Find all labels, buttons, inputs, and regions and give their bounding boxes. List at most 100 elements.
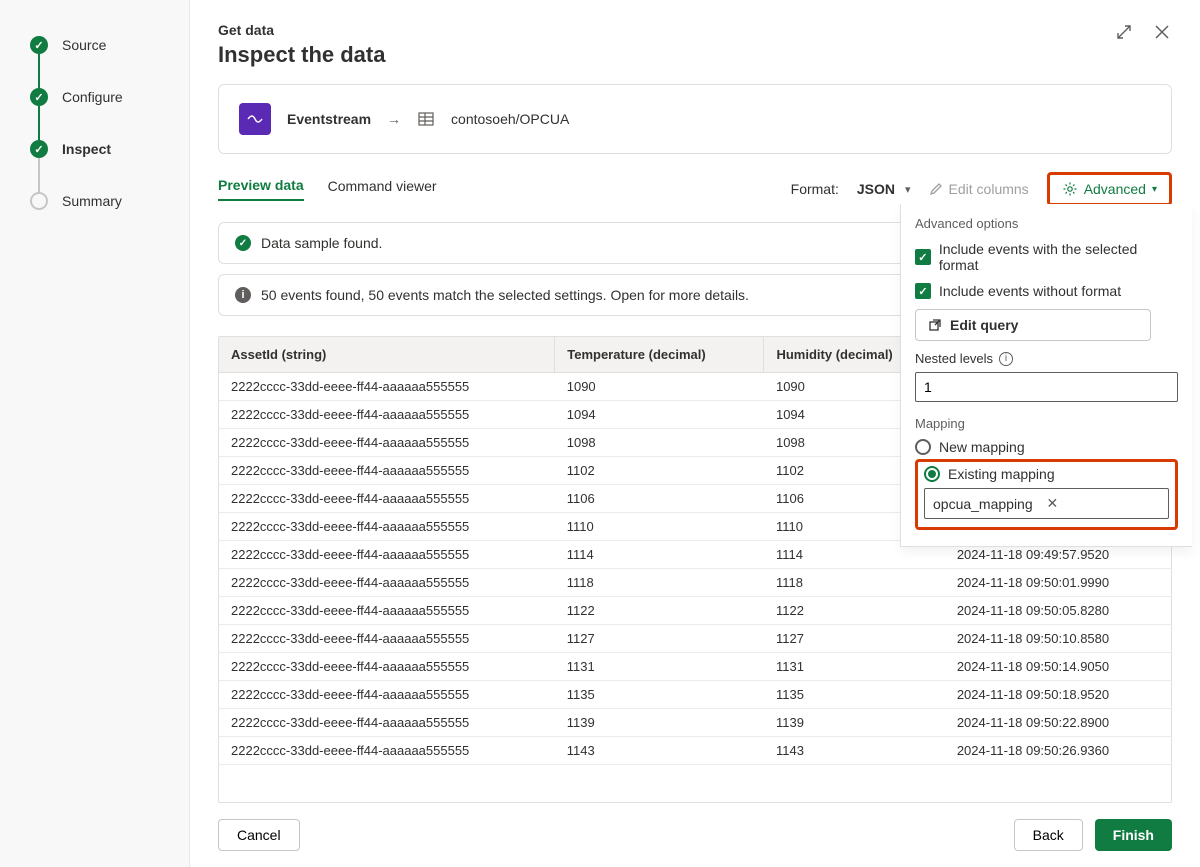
table-cell: 1118 [555, 569, 764, 597]
step-label: Summary [62, 193, 122, 209]
table-cell: 1118 [764, 569, 945, 597]
format-dropdown[interactable]: JSON ▾ [857, 181, 911, 197]
target-label: contosoeh/OPCUA [451, 111, 569, 127]
table-row[interactable]: 2222cccc-33dd-eeee-ff44-aaaaaa5555551139… [219, 709, 1171, 737]
table-cell: 1122 [764, 597, 945, 625]
gear-icon [1062, 181, 1078, 197]
back-button[interactable]: Back [1014, 819, 1083, 851]
table-cell: 2024-11-18 09:50:10.8580 [945, 625, 1171, 653]
existing-mapping-input[interactable]: opcua_mapping ✕ [924, 488, 1169, 519]
status-text: Data sample found. [261, 235, 382, 251]
table-row[interactable]: 2222cccc-33dd-eeee-ff44-aaaaaa5555551122… [219, 597, 1171, 625]
table-cell: 1127 [764, 625, 945, 653]
table-row[interactable]: 2222cccc-33dd-eeee-ff44-aaaaaa5555551135… [219, 681, 1171, 709]
table-cell: 2024-11-18 09:50:01.9990 [945, 569, 1171, 597]
checkbox-checked-icon [915, 249, 931, 265]
clear-icon[interactable]: ✕ [1047, 495, 1161, 512]
radio-unselected-icon [915, 439, 931, 455]
arrow-right-icon: → [387, 111, 401, 127]
table-cell: 1094 [555, 401, 764, 429]
tab-command-viewer[interactable]: Command viewer [328, 178, 437, 200]
table-cell: 2222cccc-33dd-eeee-ff44-aaaaaa555555 [219, 709, 555, 737]
table-cell: 1131 [555, 653, 764, 681]
table-cell: 2222cccc-33dd-eeee-ff44-aaaaaa555555 [219, 569, 555, 597]
table-cell: 2222cccc-33dd-eeee-ff44-aaaaaa555555 [219, 457, 555, 485]
table-cell: 1143 [764, 737, 945, 765]
checkbox-include-without-format[interactable]: Include events without format [915, 283, 1178, 299]
info-circle-icon [235, 287, 251, 303]
info-icon[interactable] [999, 352, 1013, 366]
table-cell: 2222cccc-33dd-eeee-ff44-aaaaaa555555 [219, 653, 555, 681]
table-cell: 2222cccc-33dd-eeee-ff44-aaaaaa555555 [219, 625, 555, 653]
table-cell: 2222cccc-33dd-eeee-ff44-aaaaaa555555 [219, 737, 555, 765]
close-icon[interactable] [1152, 22, 1172, 42]
table-cell: 1090 [555, 373, 764, 401]
wizard-sidebar: Source Configure Inspect Summary [0, 0, 190, 867]
eventstream-tile-icon [239, 103, 271, 135]
table-cell: 1098 [555, 429, 764, 457]
page-title: Inspect the data [218, 42, 385, 68]
tab-preview-data[interactable]: Preview data [218, 177, 304, 201]
popover-title: Advanced options [915, 216, 1178, 231]
check-icon [30, 140, 48, 158]
table-cell: 1122 [555, 597, 764, 625]
table-row[interactable]: 2222cccc-33dd-eeee-ff44-aaaaaa5555551118… [219, 569, 1171, 597]
advanced-button[interactable]: Advanced ▾ [1050, 175, 1169, 203]
edit-query-button[interactable]: Edit query [915, 309, 1151, 341]
table-cell: 2222cccc-33dd-eeee-ff44-aaaaaa555555 [219, 373, 555, 401]
table-cell: 2222cccc-33dd-eeee-ff44-aaaaaa555555 [219, 513, 555, 541]
table-cell: 2024-11-18 09:50:22.8900 [945, 709, 1171, 737]
step-source[interactable]: Source [0, 30, 189, 60]
radio-existing-mapping[interactable]: Existing mapping [924, 466, 1169, 482]
checkbox-include-selected-format[interactable]: Include events with the selected format [915, 241, 1178, 273]
breadcrumb: Get data [218, 22, 385, 38]
nested-levels-label: Nested levels [915, 351, 1178, 366]
radio-new-mapping[interactable]: New mapping [915, 439, 1178, 455]
table-row[interactable]: 2222cccc-33dd-eeee-ff44-aaaaaa555555 1127… [219, 625, 1171, 653]
step-label: Configure [62, 89, 123, 105]
cancel-button[interactable]: Cancel [218, 819, 300, 851]
table-cell: 1106 [555, 485, 764, 513]
table-cell: 2222cccc-33dd-eeee-ff44-aaaaaa555555 [219, 485, 555, 513]
table-cell: 2222cccc-33dd-eeee-ff44-aaaaaa555555 [219, 681, 555, 709]
open-new-icon [928, 318, 942, 332]
table-cell: 2024-11-18 09:50:14.9050 [945, 653, 1171, 681]
mapping-section-label: Mapping [915, 416, 1178, 431]
table-cell: 1102 [555, 457, 764, 485]
column-header[interactable]: AssetId (string) [219, 337, 555, 373]
table-cell: 1139 [764, 709, 945, 737]
table-cell: 2222cccc-33dd-eeee-ff44-aaaaaa555555 [219, 401, 555, 429]
edit-columns-button[interactable]: Edit columns [929, 181, 1029, 197]
table-cell: 2222cccc-33dd-eeee-ff44-aaaaaa555555 [219, 597, 555, 625]
table-cell: 2024-11-18 09:50:05.8280 [945, 597, 1171, 625]
table-cell: 2024-11-18 09:50:18.9520 [945, 681, 1171, 709]
step-label: Source [62, 37, 106, 53]
table-cell: 2222cccc-33dd-eeee-ff44-aaaaaa555555 [219, 541, 555, 569]
table-cell: 2024-11-18 09:50:26.9360 [945, 737, 1171, 765]
check-icon [30, 88, 48, 106]
table-icon [417, 110, 435, 128]
step-configure[interactable]: Configure [0, 82, 189, 112]
radio-selected-icon [924, 466, 940, 482]
finish-button[interactable]: Finish [1095, 819, 1172, 851]
step-inspect[interactable]: Inspect [0, 134, 189, 164]
table-cell: 2222cccc-33dd-eeee-ff44-aaaaaa555555 [219, 429, 555, 457]
chevron-down-icon: ▾ [905, 183, 911, 196]
table-cell: 1114 [555, 541, 764, 569]
table-cell: 1131 [764, 653, 945, 681]
table-row[interactable]: 2222cccc-33dd-eeee-ff44-aaaaaa5555551131… [219, 653, 1171, 681]
table-cell: 1143 [555, 737, 764, 765]
column-header[interactable]: Temperature (decimal) [555, 337, 764, 373]
check-icon [30, 36, 48, 54]
expand-icon[interactable] [1114, 22, 1134, 42]
table-row[interactable]: 2222cccc-33dd-eeee-ff44-aaaaaa5555551143… [219, 737, 1171, 765]
circle-icon [30, 192, 48, 210]
step-summary[interactable]: Summary [0, 186, 189, 216]
table-cell: 1139 [555, 709, 764, 737]
step-label: Inspect [62, 141, 111, 157]
nested-levels-input[interactable] [915, 372, 1178, 402]
table-cell: 1135 [764, 681, 945, 709]
table-cell: 1135 [555, 681, 764, 709]
main-pane: Get data Inspect the data Eventstream → … [190, 0, 1200, 867]
advanced-options-popover: Advanced options Include events with the… [900, 204, 1192, 547]
